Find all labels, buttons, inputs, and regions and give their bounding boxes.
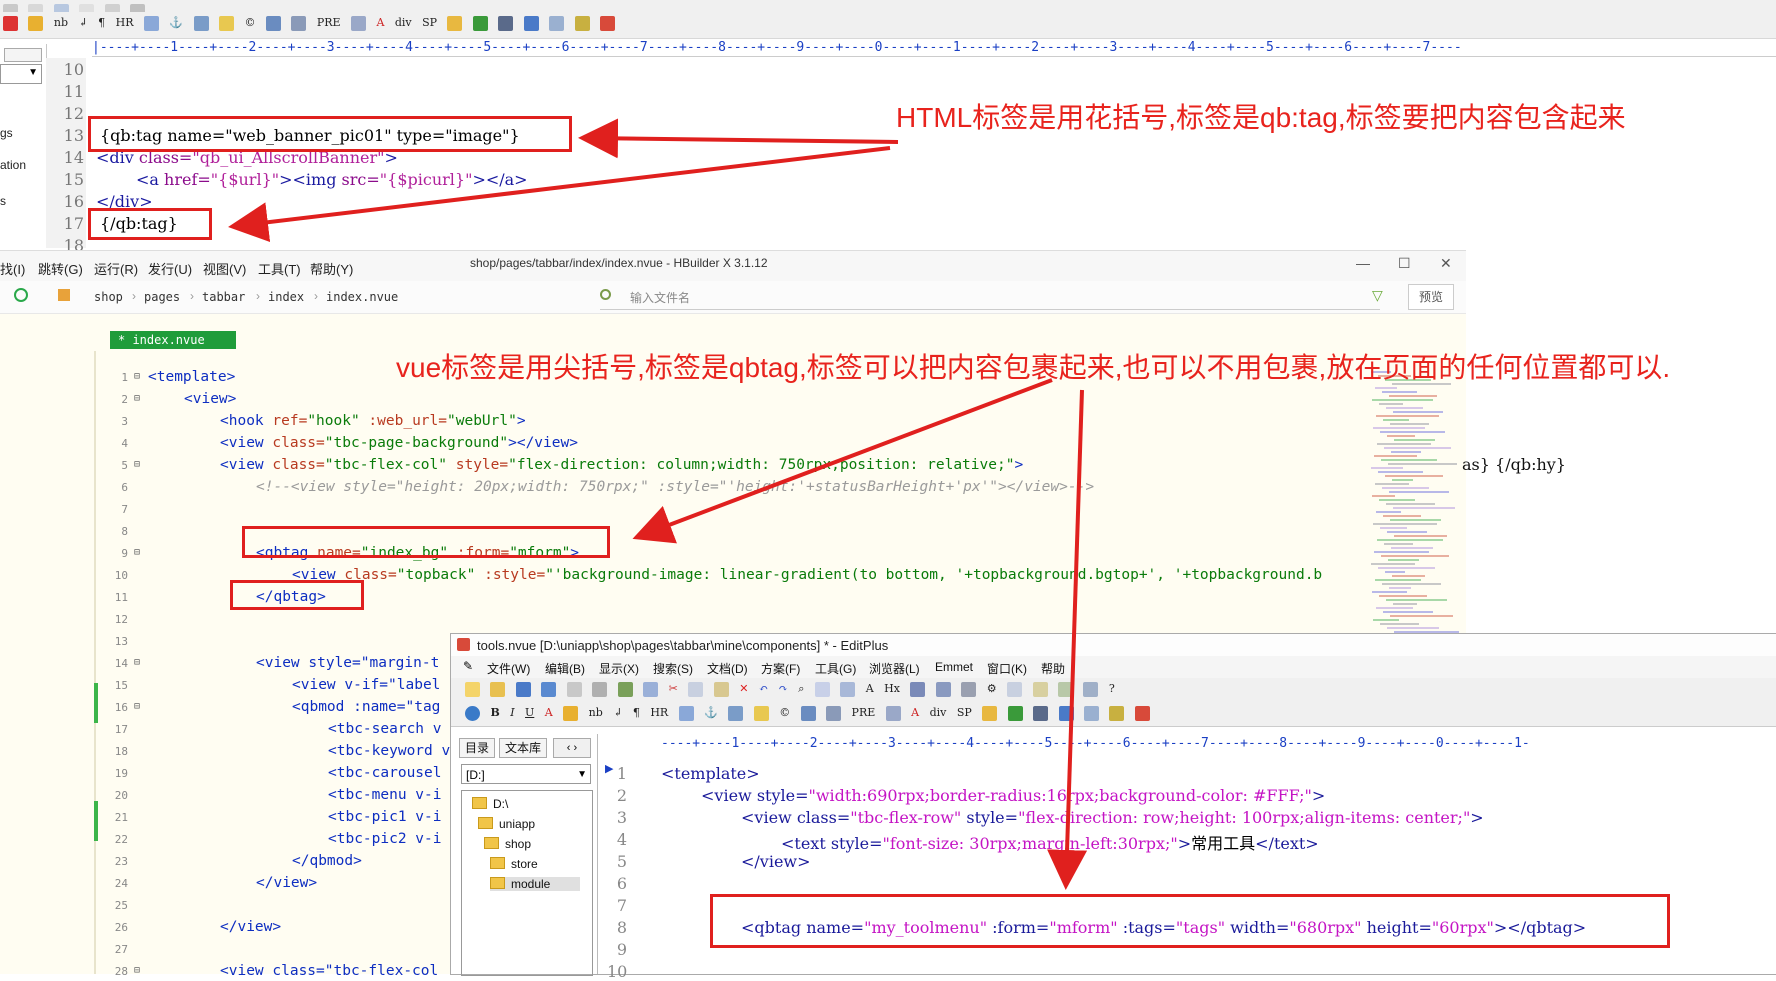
- arrow-to-qbtag-single: [1047, 389, 1088, 890]
- arrow-to-close-tag: [228, 146, 891, 243]
- annotation-arrows: [228, 118, 1088, 890]
- arrow-to-open-tag: [578, 118, 899, 159]
- arrow-to-qbtag: [632, 378, 1053, 544]
